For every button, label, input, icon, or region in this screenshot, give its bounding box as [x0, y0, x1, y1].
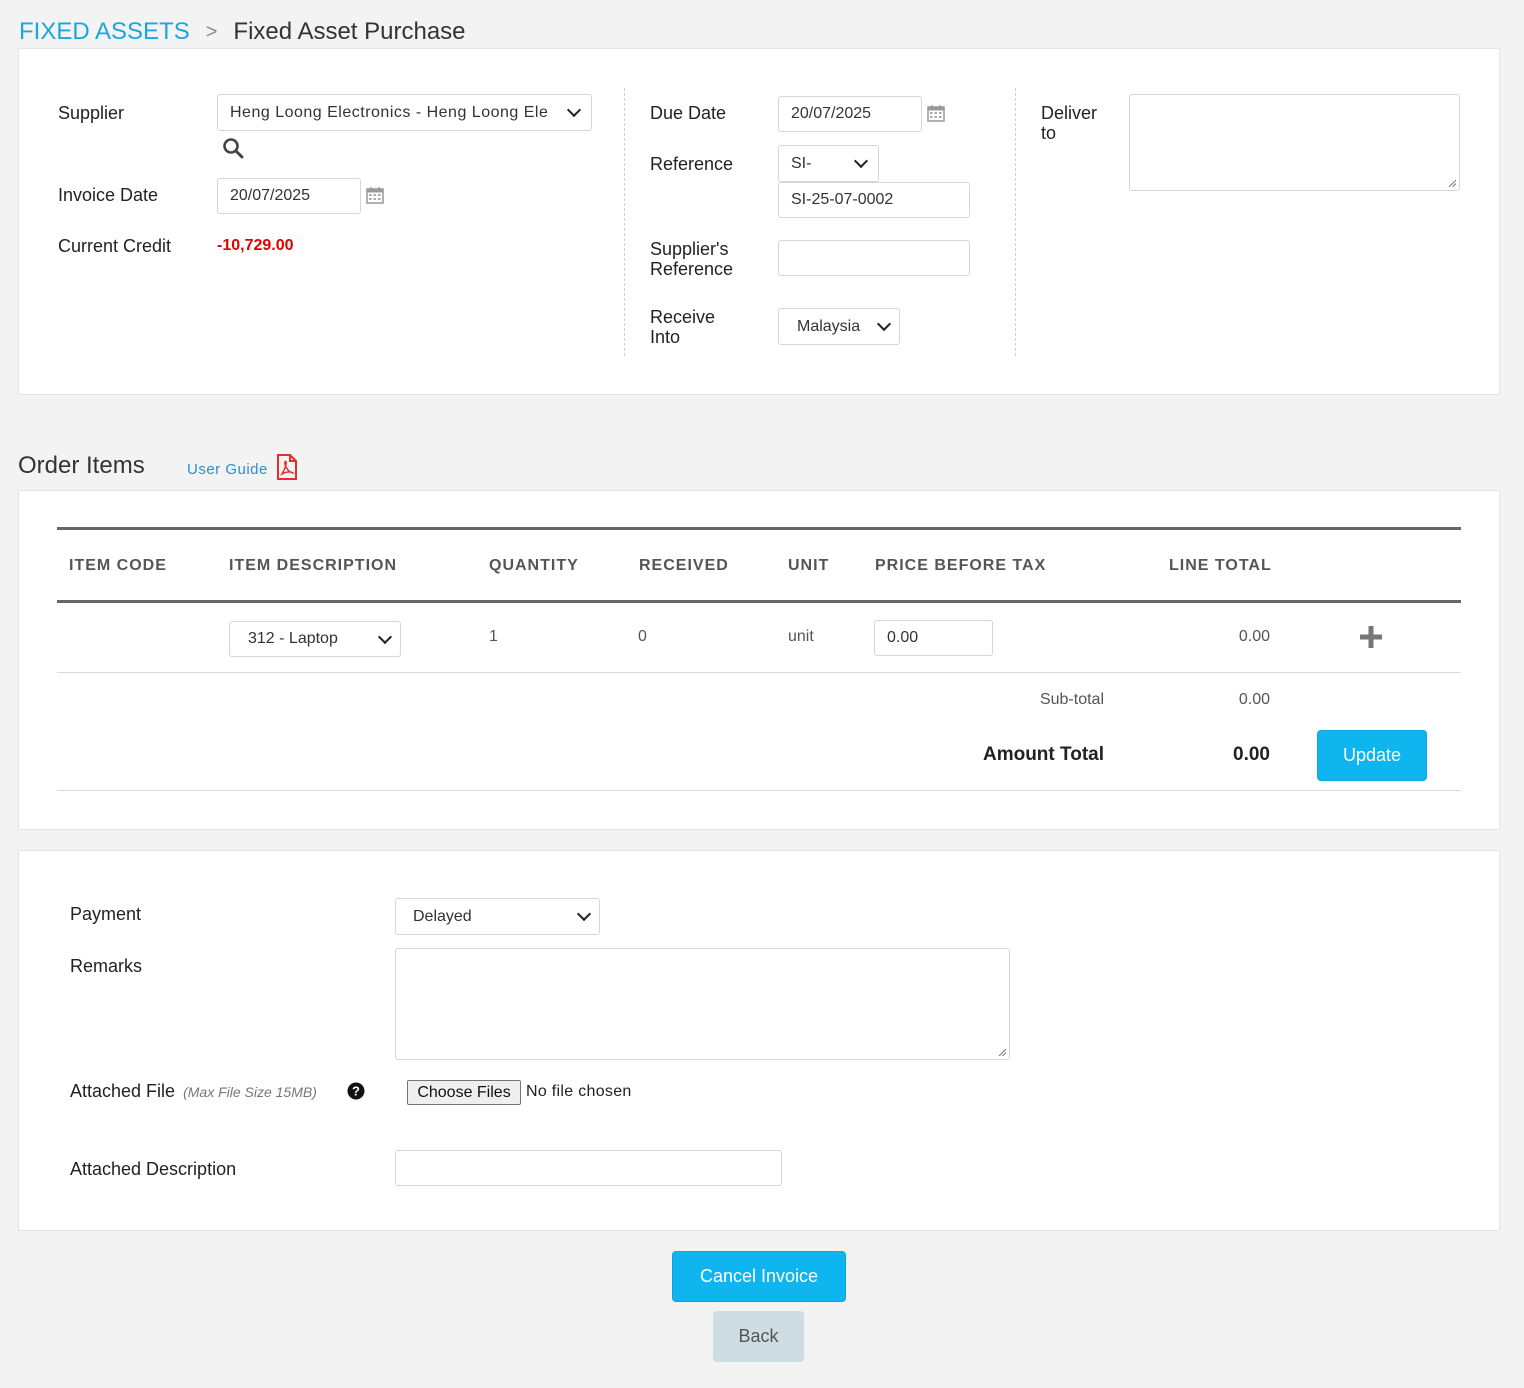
attached-description-label: Attached Description: [70, 1159, 237, 1179]
receive-into-label-line2: Into: [650, 327, 681, 347]
payment-value: Delayed: [413, 907, 472, 925]
column-header-line-total: LINE TOTAL: [1169, 557, 1272, 574]
reference-input[interactable]: SI-25-07-0002: [778, 182, 970, 218]
attached-description-input[interactable]: [395, 1150, 782, 1186]
user-guide-link[interactable]: User Guide: [187, 461, 268, 478]
update-button[interactable]: Update: [1317, 730, 1427, 781]
current-credit-value: -10,729.00: [217, 237, 294, 254]
item-description-value: 312 - Laptop: [248, 630, 338, 647]
back-button[interactable]: Back: [713, 1311, 804, 1362]
column-header-item-description: ITEM DESCRIPTION: [229, 557, 398, 574]
resize-handle-icon[interactable]: [1448, 179, 1456, 187]
row-divider: [57, 672, 1461, 673]
due-date-input[interactable]: 20/07/2025: [778, 96, 922, 132]
search-icon[interactable]: [222, 137, 244, 159]
row-line-total: 0.00: [1238, 628, 1270, 645]
payment-select[interactable]: Delayed: [395, 898, 600, 935]
price-before-tax-value: 0.00: [887, 629, 919, 646]
deliver-to-label-line2: to: [1041, 123, 1057, 143]
svg-text:?: ?: [352, 1084, 360, 1099]
row-quantity: 1: [489, 628, 498, 645]
column-divider: [624, 88, 625, 356]
remarks-textarea[interactable]: [395, 948, 1010, 1060]
attached-file-hint: (Max File Size 15MB): [183, 1084, 317, 1100]
resize-handle-icon[interactable]: [998, 1048, 1006, 1056]
reference-value: SI-25-07-0002: [791, 191, 894, 208]
pdf-icon[interactable]: [276, 454, 298, 480]
price-before-tax-input[interactable]: 0.00: [874, 620, 993, 656]
attached-file-label: Attached File: [70, 1081, 176, 1101]
order-items-title: Order Items: [18, 452, 145, 479]
no-file-chosen-text: No file chosen: [526, 1083, 632, 1100]
reference-prefix-select[interactable]: SI-: [778, 145, 879, 182]
payment-label: Payment: [70, 904, 142, 924]
chevron-down-icon: [853, 153, 869, 169]
supplier-select[interactable]: Heng Loong Electronics - Heng Loong Ele: [217, 94, 592, 131]
order-items-panel: [18, 490, 1500, 830]
receive-into-value: Malaysia: [797, 317, 861, 335]
receive-into-label: Receive Into: [650, 307, 715, 347]
attached-file-label-group: Attached File (Max File Size 15MB): [70, 1081, 317, 1102]
column-header-price-before-tax: PRICE BEFORE TAX: [875, 557, 1047, 574]
amount-total-label: Amount Total: [982, 744, 1104, 765]
chevron-down-icon: [566, 102, 582, 118]
chevron-down-icon: [377, 629, 393, 644]
add-row-plus-icon[interactable]: [1359, 625, 1383, 649]
row-unit: unit: [788, 628, 814, 645]
table-header-border: [57, 600, 1461, 603]
supplier-label: Supplier: [58, 103, 125, 123]
deliver-to-label: Deliver to: [1041, 103, 1097, 143]
supplier-select-value: Heng Loong Electronics - Heng Loong Ele: [230, 103, 549, 121]
breadcrumb-separator: >: [205, 20, 218, 43]
suppliers-reference-label: Supplier's Reference: [650, 239, 733, 279]
breadcrumb: FIXED ASSETS > Fixed Asset Purchase: [19, 18, 466, 46]
chevron-down-icon: [576, 906, 592, 922]
due-date-label: Due Date: [650, 103, 727, 123]
suppliers-reference-label-line1: Supplier's: [650, 239, 729, 259]
due-date-value: 20/07/2025: [791, 105, 872, 122]
receive-into-select[interactable]: Malaysia: [778, 308, 900, 345]
invoice-date-value: 20/07/2025: [230, 187, 311, 204]
calendar-icon[interactable]: [927, 104, 945, 122]
receive-into-label-line1: Receive: [650, 307, 716, 327]
invoice-date-label: Invoice Date: [58, 185, 159, 205]
table-bottom-border: [57, 790, 1461, 791]
cancel-invoice-button[interactable]: Cancel Invoice: [672, 1251, 846, 1302]
item-description-select[interactable]: 312 - Laptop: [229, 621, 401, 657]
breadcrumb-fixed-assets-link[interactable]: FIXED ASSETS: [19, 18, 190, 46]
suppliers-reference-label-line2: Reference: [650, 259, 734, 279]
amount-total-value: 0.00: [1233, 744, 1270, 765]
page-title: Fixed Asset Purchase: [233, 18, 466, 45]
invoice-date-input[interactable]: 20/07/2025: [217, 178, 361, 214]
row-received: 0: [638, 628, 647, 645]
subtotal-value: 0.00: [1238, 691, 1270, 708]
help-question-icon[interactable]: ?: [347, 1082, 365, 1100]
column-header-unit: UNIT: [788, 557, 830, 574]
suppliers-reference-input[interactable]: [778, 240, 970, 276]
subtotal-label: Sub-total: [1039, 691, 1104, 708]
calendar-icon[interactable]: [366, 186, 384, 204]
deliver-to-label-line1: Deliver: [1041, 103, 1098, 123]
column-header-received: RECEIVED: [639, 557, 729, 574]
reference-prefix-value: SI-: [791, 154, 812, 172]
current-credit-label: Current Credit: [58, 236, 172, 256]
chevron-down-icon: [876, 316, 892, 332]
deliver-to-textarea[interactable]: [1129, 94, 1460, 191]
column-divider: [1015, 88, 1016, 356]
table-top-border: [57, 527, 1461, 530]
choose-files-button[interactable]: Choose Files: [407, 1080, 521, 1105]
remarks-label: Remarks: [70, 956, 143, 976]
reference-label: Reference: [650, 154, 734, 174]
column-header-item-code: ITEM CODE: [69, 557, 167, 574]
column-header-quantity: QUANTITY: [489, 557, 579, 574]
